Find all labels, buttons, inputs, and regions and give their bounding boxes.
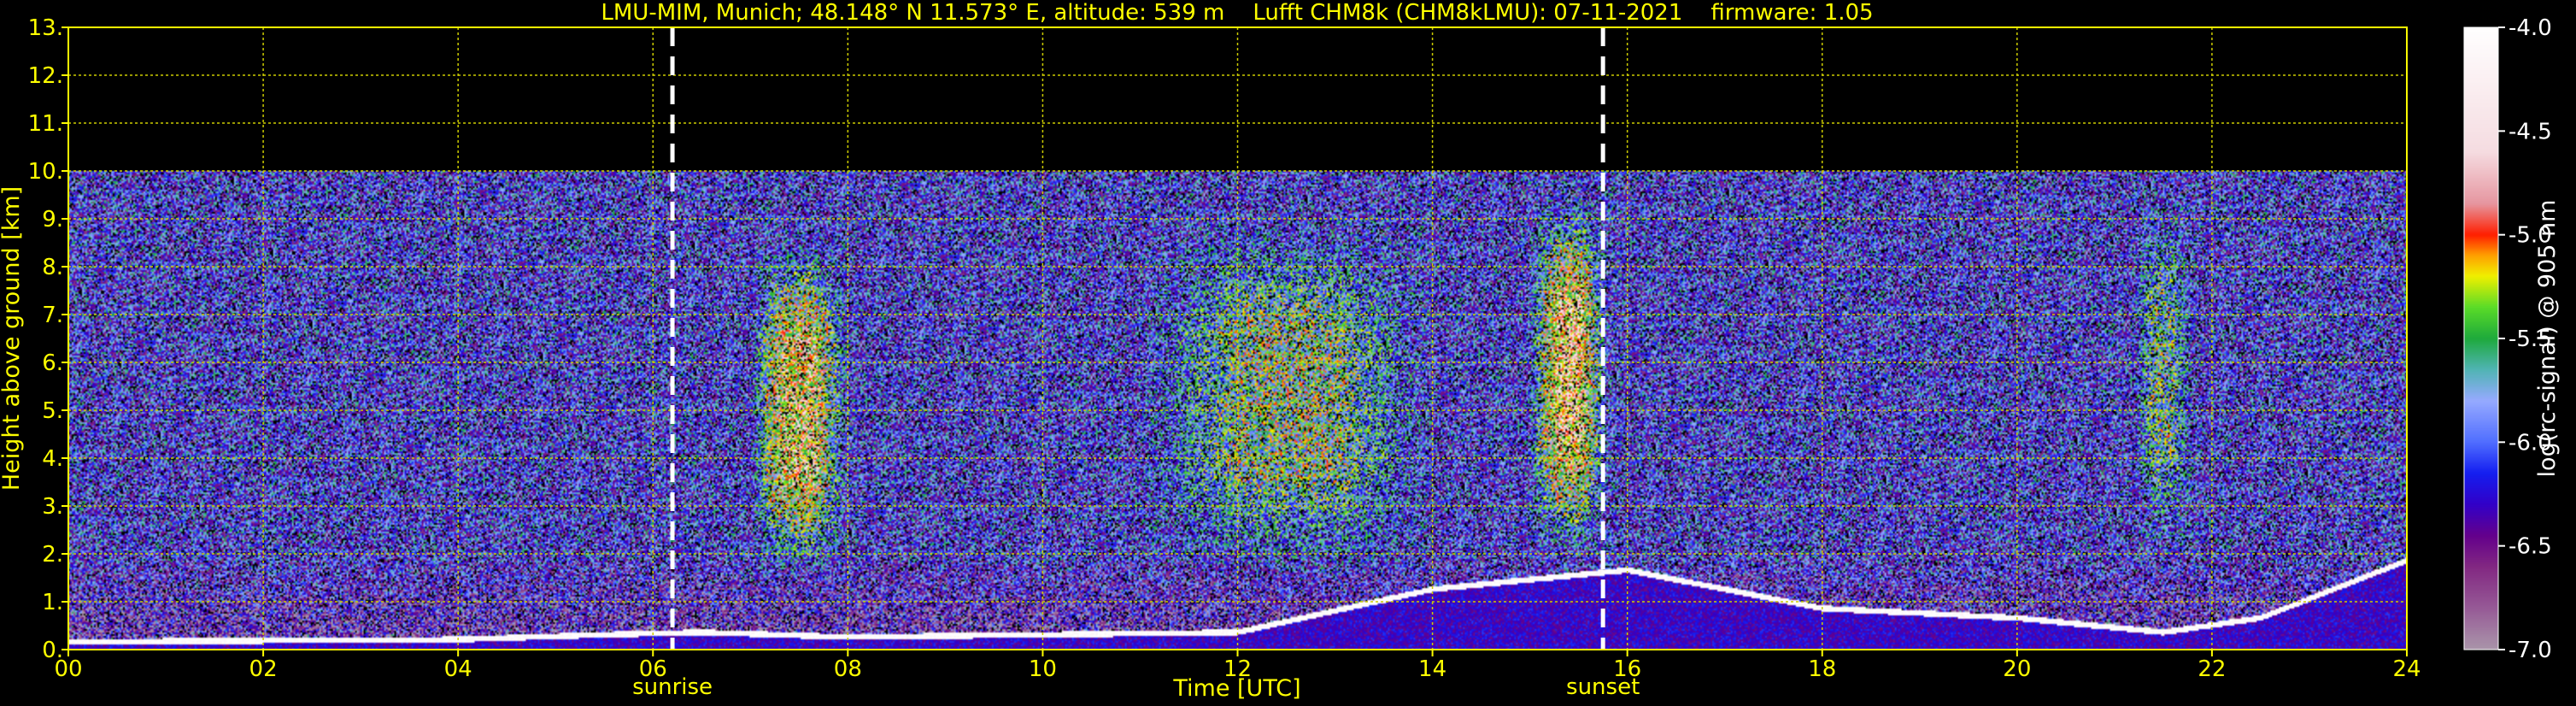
colorbar-tick-label: -7.0: [2509, 638, 2552, 663]
x-tick-label: 14: [1418, 656, 1446, 682]
y-tick-label: 1.: [42, 590, 63, 615]
x-tick-label: 02: [249, 656, 278, 682]
y-tick-label: 5.: [42, 398, 63, 424]
x-axis-label: Time [UTC]: [1172, 675, 1300, 702]
x-tick-label: 24: [2392, 656, 2421, 682]
colorbar-tick-label: -4.5: [2509, 119, 2552, 144]
x-tick-label: 18: [1808, 656, 1836, 682]
x-tick-label: 22: [2198, 656, 2226, 682]
y-tick-label: 0.: [42, 638, 63, 663]
y-tick-label: 7.: [42, 303, 63, 328]
y-tick-label: 2.: [42, 542, 63, 568]
x-tick-label: 10: [1029, 656, 1057, 682]
colorbar-tick-label: -6.5: [2509, 534, 2552, 560]
ceilometer-chart: sunrise sunset 00 02 04 06 08 10 12 14 16 18 20 22 24…: [0, 0, 2561, 702]
colorbar-tick-label: -4.0: [2509, 15, 2552, 41]
x-tick-label: 04: [444, 656, 472, 682]
y-axis-label: Height above ground [km]: [0, 186, 25, 491]
y-tick-label: 10.: [28, 159, 63, 185]
y-tick-label: 12.: [28, 63, 63, 89]
colorbar-label: log(rc-signal) @ 905 nm: [2534, 200, 2561, 478]
colorbar-image: [2464, 27, 2498, 650]
y-tick-label: 13.: [28, 15, 63, 41]
y-tick-label: 9.: [42, 207, 63, 232]
y-tick-label: 8.: [42, 255, 63, 280]
x-tick-label: 06: [639, 656, 667, 682]
x-tick-label: 20: [2003, 656, 2031, 682]
y-tick-label: 3.: [42, 494, 63, 520]
y-tick-label: 4.: [42, 446, 63, 472]
x-tick-label: 16: [1613, 656, 1641, 682]
y-tick-label: 6.: [42, 350, 63, 376]
y-tick-label: 11.: [28, 111, 63, 137]
x-tick-label: 08: [834, 656, 862, 682]
chart-title: LMU-MIM, Munich; 48.148° N 11.573° E, al…: [601, 0, 1873, 26]
